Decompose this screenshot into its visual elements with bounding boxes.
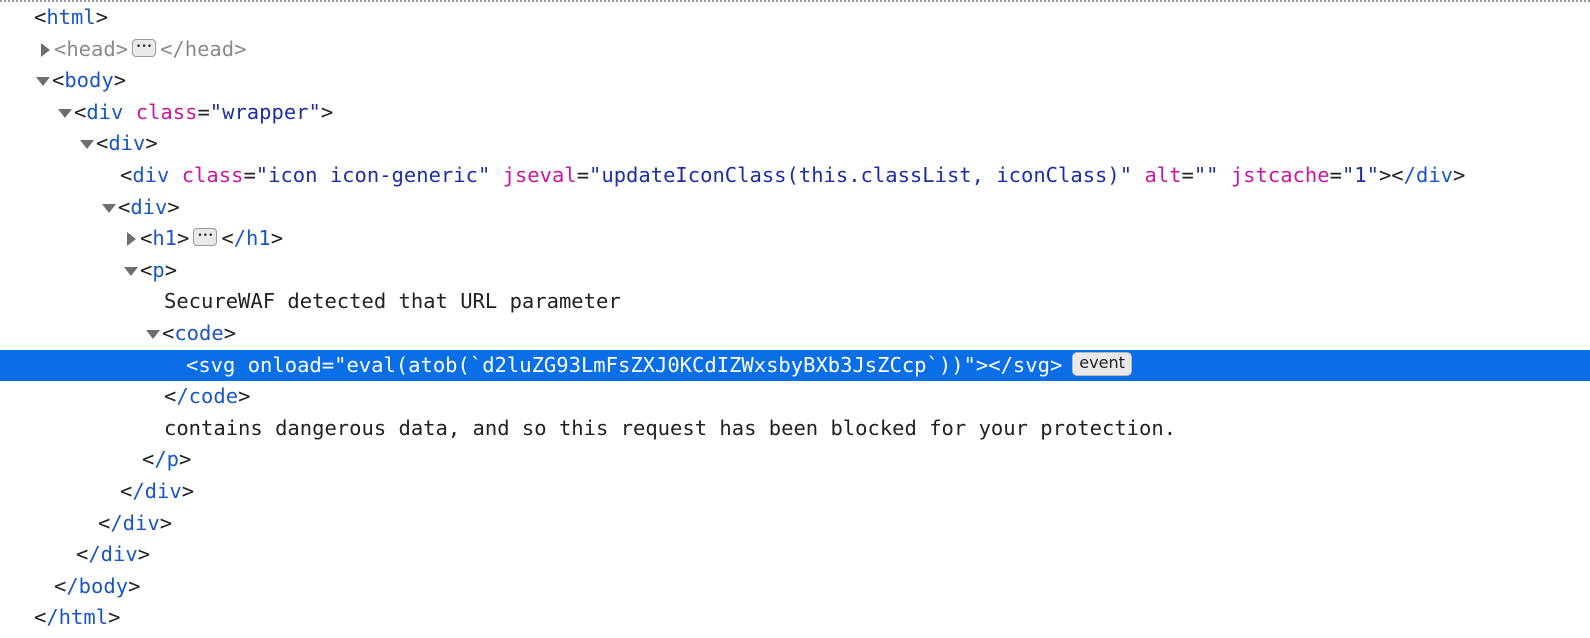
collapse-arrow-icon[interactable]	[144, 318, 162, 350]
node-div-icon[interactable]: <div class="icon icon-generic" jseval="u…	[0, 160, 1590, 192]
node-div-wrapper[interactable]: <div class="wrapper">	[0, 97, 1590, 129]
ellipsis-expand-icon[interactable]	[193, 221, 218, 253]
tag-name: body	[64, 68, 114, 93]
attr-value: "updateIconClass(this.classList, iconCla…	[589, 162, 1133, 187]
tag-name: div	[108, 131, 146, 156]
node-h1[interactable]: <h1></h1>	[0, 221, 1590, 255]
node-div[interactable]: <div>	[0, 192, 1590, 224]
attr-name: class	[135, 99, 198, 124]
tag-name: /code	[176, 384, 239, 409]
tag-name: div	[130, 194, 168, 219]
node-html-close[interactable]: </html>	[0, 602, 1590, 634]
attr-name: jstcache	[1230, 162, 1330, 187]
node-div[interactable]: <div>	[0, 128, 1590, 160]
attr-name: alt	[1144, 162, 1182, 187]
tag-name: /div	[110, 510, 160, 535]
event-badge[interactable]: event	[1072, 351, 1132, 376]
node-svg-selected[interactable]: <svg onload="eval(atob(`d2luZG93LmFsZXJ0…	[0, 349, 1590, 382]
node-head[interactable]: <head></head>	[0, 32, 1590, 66]
tag-name: html	[46, 5, 96, 29]
node-text[interactable]: SecureWAF detected that URL parameter	[0, 286, 1590, 318]
tag-name: p	[152, 257, 165, 282]
tag-name: /body	[66, 573, 129, 598]
attr-value: "1"	[1341, 162, 1379, 187]
tag-name: div	[132, 162, 170, 187]
tag-name: code	[174, 320, 224, 345]
collapse-arrow-icon[interactable]	[34, 65, 52, 97]
node-body[interactable]: <body>	[0, 65, 1590, 97]
tag-name: div	[86, 99, 124, 124]
node-body-close[interactable]: </body>	[0, 571, 1590, 603]
tag-name: /div	[1403, 162, 1454, 187]
attr-value: "icon icon-generic"	[255, 162, 491, 187]
ellipsis-expand-icon[interactable]	[132, 32, 157, 63]
dom-tree[interactable]: <html> <head></head> <body> <div class="…	[0, 2, 1590, 634]
attr-name: jseval	[502, 162, 577, 187]
attr-value: ""	[1193, 162, 1219, 187]
text-content: SecureWAF detected that URL parameter	[164, 289, 621, 314]
text-content: contains dangerous data, and so this req…	[164, 415, 1177, 440]
collapse-arrow-icon[interactable]	[78, 128, 96, 160]
tag-name: h1	[152, 226, 178, 251]
attr-name: class	[181, 162, 244, 187]
node-p-close[interactable]: </p>	[0, 444, 1590, 476]
node-div-close[interactable]: </div>	[0, 508, 1590, 540]
tag-name: /head	[172, 36, 235, 61]
node-text[interactable]: contains dangerous data, and so this req…	[0, 413, 1590, 445]
collapse-arrow-icon[interactable]	[122, 255, 140, 287]
expand-arrow-icon[interactable]	[122, 223, 140, 255]
node-code[interactable]: <code>	[0, 318, 1590, 350]
node-div-close[interactable]: </div>	[0, 476, 1590, 508]
node-div-close[interactable]: </div>	[0, 539, 1590, 571]
tag-name: head	[66, 36, 116, 61]
collapse-arrow-icon[interactable]	[100, 192, 118, 224]
attr-value: "wrapper"	[209, 99, 321, 124]
tag-name: /html	[46, 605, 109, 630]
tag-name: /p	[154, 447, 180, 472]
selected-node-text: <svg onload="eval(atob(`d2luZG93LmFsZXJ0…	[186, 352, 1063, 377]
node-code-close[interactable]: </code>	[0, 381, 1590, 413]
node-p[interactable]: <p>	[0, 255, 1590, 287]
tag-name: /h1	[233, 226, 271, 251]
tag-name: /div	[88, 542, 138, 567]
expand-arrow-icon[interactable]	[36, 34, 54, 66]
tag-name: /div	[132, 478, 182, 503]
node-html[interactable]: <html>	[0, 2, 1590, 34]
collapse-arrow-icon[interactable]	[56, 97, 74, 129]
